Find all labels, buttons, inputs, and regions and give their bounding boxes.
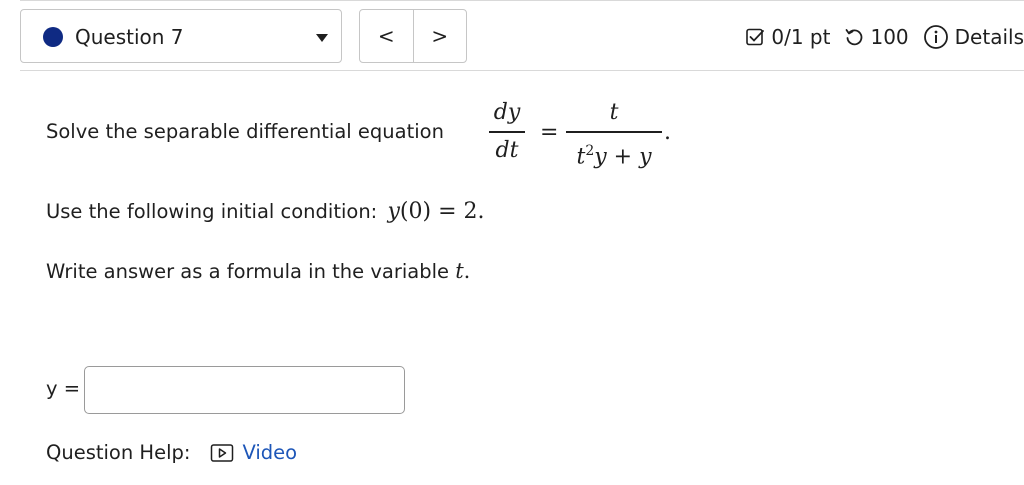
equation-period: .: [664, 120, 671, 145]
formula-instruction-line: Write answer as a formula in the variabl…: [46, 258, 470, 285]
rhs-den-rest: y + y: [594, 143, 652, 169]
initial-condition-math: y(0) = 2.: [387, 199, 484, 224]
equals-sign: =: [540, 120, 559, 145]
problem-intro-text: Solve the separable differential equatio…: [46, 120, 444, 143]
score-text: 0/1 pt: [771, 25, 831, 49]
formula-period: .: [463, 259, 471, 283]
initial-arg: (0): [399, 199, 432, 224]
answer-label: y =: [46, 377, 81, 400]
question-nav: < >: [359, 9, 467, 63]
previous-question-button[interactable]: <: [360, 10, 413, 62]
lhs-numerator: dy: [493, 100, 521, 125]
score-indicator: 0/1 pt: [745, 25, 830, 49]
lhs-denominator: dt: [495, 137, 519, 163]
details-label: Details: [954, 25, 1024, 49]
question-selector[interactable]: Question 7: [20, 9, 342, 63]
question-status: 0/1 pt 100 Details: [745, 23, 1024, 51]
checkbox-icon: [745, 27, 765, 47]
initial-value: 2.: [463, 199, 485, 224]
rhs-fraction: t t2y + y: [566, 98, 662, 172]
video-link-label: Video: [242, 441, 298, 464]
chevron-left-icon: <: [377, 24, 395, 48]
problem-equation-line: Solve the separable differential equatio…: [46, 98, 746, 178]
video-play-icon: [210, 443, 234, 463]
initial-equals: =: [438, 199, 457, 224]
rhs-numerator: t: [609, 100, 619, 125]
chevron-right-icon: >: [431, 24, 449, 48]
initial-condition-text: Use the following initial condition:: [46, 200, 378, 223]
question-help: Question Help: Video: [46, 440, 297, 466]
question-header: Question 7 < > 0/1 pt 100 Details: [20, 9, 1024, 65]
question-status-dot: [43, 27, 63, 47]
initial-condition-line: Use the following initial condition: y(0…: [46, 199, 485, 225]
top-divider: [20, 0, 1024, 1]
caret-down-icon: [316, 34, 328, 42]
attempts-indicator: 100: [844, 25, 909, 49]
rhs-denominator: t2y + y: [576, 136, 651, 172]
retry-icon: [844, 27, 864, 47]
formula-variable: t: [455, 259, 464, 283]
details-button[interactable]: Details: [923, 24, 1024, 50]
header-divider: [20, 70, 1024, 71]
answer-input[interactable]: [84, 366, 405, 414]
rhs-den-exponent: 2: [585, 142, 595, 159]
question-help-label: Question Help:: [46, 441, 191, 464]
lhs-fraction-bar: [489, 131, 525, 133]
attempts-text: 100: [870, 25, 909, 49]
lhs-fraction: dy dt: [489, 98, 525, 166]
rhs-fraction-bar: [566, 131, 662, 133]
next-question-button[interactable]: >: [412, 10, 467, 62]
info-icon: [923, 24, 949, 50]
rhs-den-t: t: [576, 143, 586, 169]
formula-instruction-text: Write answer as a formula in the variabl…: [46, 260, 449, 283]
video-help-link[interactable]: Video: [210, 440, 297, 466]
question-selector-label: Question 7: [75, 25, 184, 49]
initial-y: y: [387, 199, 400, 224]
